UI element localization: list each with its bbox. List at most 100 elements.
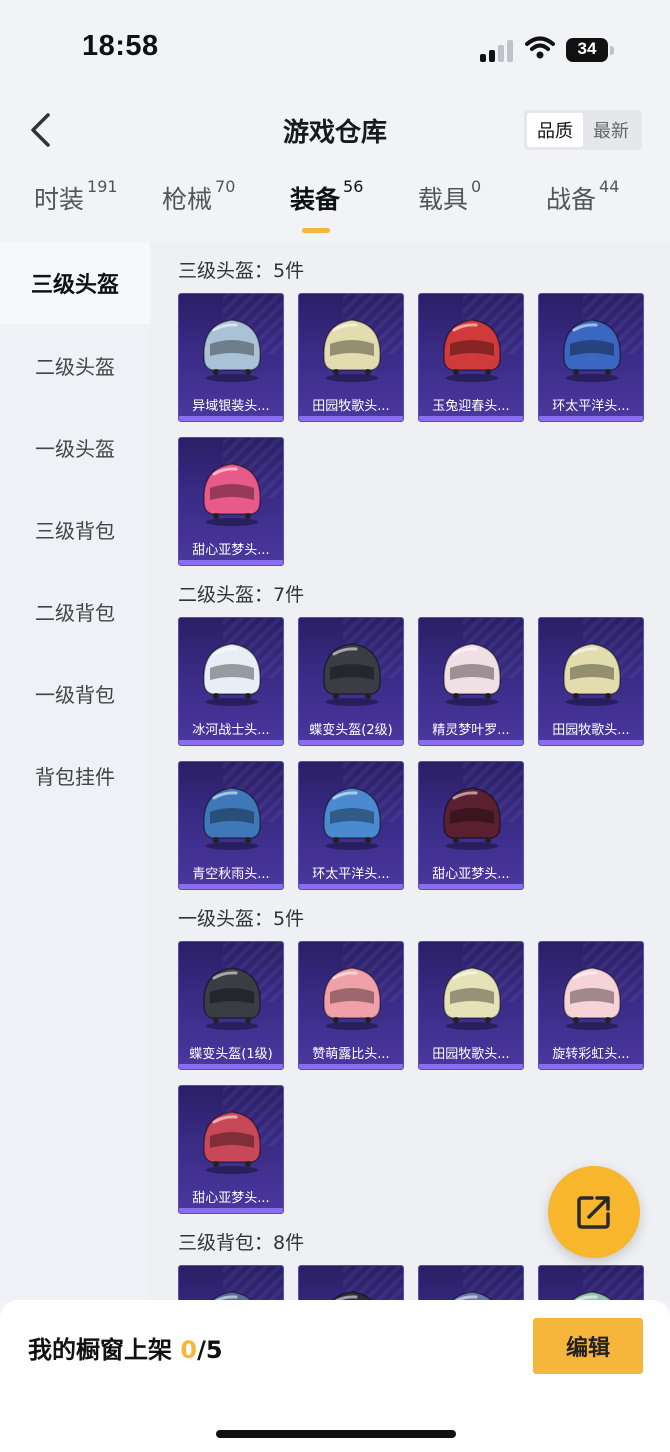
showcase-total: /5	[197, 1336, 223, 1364]
rarity-bar	[299, 884, 403, 889]
helmet-icon	[443, 319, 501, 382]
helmet-icon	[443, 643, 501, 706]
item-card[interactable]: 田园牧歌头...	[298, 293, 404, 422]
battery-cap	[610, 46, 614, 55]
helmet-icon	[203, 319, 261, 382]
item-card[interactable]: 冰河战士头...	[178, 617, 284, 746]
sidebar-item-level1-helmet[interactable]: 一级头盔	[0, 406, 150, 488]
sidebar-item-level2-helmet[interactable]: 二级头盔	[0, 324, 150, 406]
item-card[interactable]: 精灵梦叶罗...	[418, 617, 524, 746]
rarity-bar	[539, 1064, 643, 1069]
sidebar: 三级头盔 二级头盔 一级头盔 三级背包 二级背包 一级背包 背包挂件	[0, 242, 150, 1302]
item-name: 玉兔迎春头...	[432, 399, 510, 414]
sort-latest-button[interactable]: 最新	[583, 113, 639, 147]
item-card[interactable]: 蝶变头盔(2级)	[298, 617, 404, 746]
helmet-icon	[563, 643, 621, 706]
tab-count: 44	[599, 176, 620, 196]
tab-guns[interactable]: 枪械 70	[162, 176, 236, 236]
item-name: 甜心亚梦头...	[192, 1191, 270, 1206]
helmet-icon	[443, 967, 501, 1030]
showcase-label: 我的橱窗上架	[28, 1336, 172, 1364]
rarity-bar	[299, 1064, 403, 1069]
helmet-icon	[450, 1291, 494, 1302]
status-time: 18:58	[82, 30, 159, 62]
item-card[interactable]: 旋转彩虹头...	[538, 941, 644, 1070]
helmet-icon	[563, 967, 621, 1030]
item-name: 蝶变头盔(1级)	[189, 1047, 273, 1062]
tab-count: 70	[215, 176, 236, 196]
helmet-icon	[203, 967, 261, 1030]
rarity-bar	[179, 560, 283, 565]
item-name: 旋转彩虹头...	[552, 1047, 630, 1062]
item-name: 田园牧歌头...	[432, 1047, 510, 1062]
sidebar-item-level3-helmet[interactable]: 三级头盔	[0, 242, 150, 324]
active-tab-indicator	[302, 228, 330, 233]
tab-count: 0	[471, 176, 482, 196]
item-card[interactable]	[298, 1265, 404, 1302]
section-title: 二级头盔：7件	[178, 584, 305, 606]
item-card[interactable]: 蝶变头盔(1级)	[178, 941, 284, 1070]
item-name: 精灵梦叶罗...	[432, 723, 510, 738]
rarity-bar	[299, 740, 403, 745]
rarity-bar	[539, 740, 643, 745]
helmet-icon	[203, 643, 261, 706]
sidebar-item-backpack-charm[interactable]: 背包挂件	[0, 734, 150, 816]
item-card[interactable]	[178, 1265, 284, 1302]
item-card[interactable]	[538, 1265, 644, 1302]
item-card[interactable]: 青空秋雨头...	[178, 761, 284, 890]
section-title: 三级头盔：5件	[178, 260, 305, 282]
item-card[interactable]: 玉兔迎春头...	[418, 293, 524, 422]
item-name: 青空秋雨头...	[192, 867, 270, 882]
rarity-bar	[419, 416, 523, 421]
item-grid: 三级头盔：5件异域银装头... 田园牧歌头... 玉兔迎春头... 环太平洋头... 甜…	[150, 242, 670, 1302]
sidebar-item-level2-backpack[interactable]: 二级背包	[0, 570, 150, 652]
helmet-icon	[323, 967, 381, 1030]
item-card[interactable]: 甜心亚梦头...	[418, 761, 524, 890]
tab-label: 载具	[418, 185, 469, 214]
helmet-icon	[330, 1291, 374, 1302]
item-card[interactable]	[418, 1265, 524, 1302]
item-name: 环太平洋头...	[552, 399, 630, 414]
rarity-bar	[179, 740, 283, 745]
showcase-count: 0	[180, 1336, 198, 1364]
item-card[interactable]: 环太平洋头...	[538, 293, 644, 422]
item-card[interactable]: 田园牧歌头...	[418, 941, 524, 1070]
item-card[interactable]: 甜心亚梦头...	[178, 1085, 284, 1214]
sidebar-item-level1-backpack[interactable]: 一级背包	[0, 652, 150, 734]
tab-supplies[interactable]: 战备 44	[546, 176, 620, 236]
sort-quality-button[interactable]: 品质	[527, 113, 583, 147]
cellular-signal-icon	[480, 38, 516, 62]
tab-count: 56	[343, 176, 364, 196]
item-card[interactable]: 赞萌露比头...	[298, 941, 404, 1070]
tab-fashion[interactable]: 时装 191	[34, 177, 118, 236]
item-name: 赞萌露比头...	[312, 1047, 390, 1062]
item-name: 环太平洋头...	[312, 867, 390, 882]
helmet-icon	[203, 463, 261, 526]
tab-vehicles[interactable]: 载具 0	[418, 176, 482, 236]
showcase-status: 我的橱窗上架 0/5	[28, 1330, 223, 1365]
item-name: 田园牧歌头...	[312, 399, 390, 414]
rarity-bar	[419, 740, 523, 745]
status-bar: 18:58 34	[0, 0, 670, 100]
item-card[interactable]: 异域银装头...	[178, 293, 284, 422]
rarity-bar	[179, 416, 283, 421]
item-name: 甜心亚梦头...	[432, 867, 510, 882]
item-card[interactable]: 环太平洋头...	[298, 761, 404, 890]
tab-label: 枪械	[162, 185, 213, 214]
item-name: 异域银装头...	[192, 399, 270, 414]
helmet-icon	[203, 787, 261, 850]
wifi-icon	[525, 36, 555, 64]
edit-button[interactable]: 编辑	[533, 1318, 643, 1374]
sidebar-item-level3-backpack[interactable]: 三级背包	[0, 488, 150, 570]
tab-label: 战备	[546, 185, 597, 214]
item-name: 冰河战士头...	[192, 723, 270, 738]
rarity-bar	[419, 884, 523, 889]
rarity-bar	[419, 1064, 523, 1069]
battery-level: 34	[577, 39, 597, 58]
item-name: 甜心亚梦头...	[192, 543, 270, 558]
helmet-icon	[323, 643, 381, 706]
share-button[interactable]	[548, 1166, 640, 1258]
item-card[interactable]: 甜心亚梦头...	[178, 437, 284, 566]
item-card[interactable]: 田园牧歌头...	[538, 617, 644, 746]
helmet-icon	[570, 1291, 614, 1302]
